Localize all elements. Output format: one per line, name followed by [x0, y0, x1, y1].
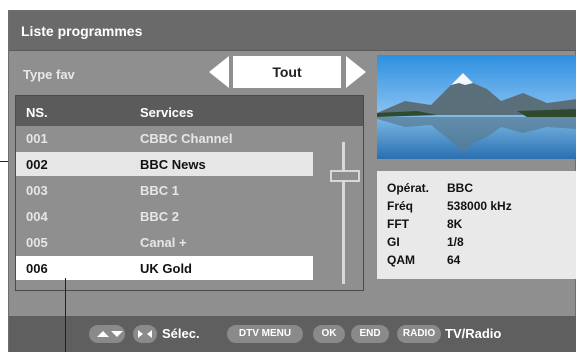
program-row[interactable]: 003 BBC 1 [16, 178, 313, 202]
frequency-label: Fréq [387, 199, 414, 213]
list-scrollbar-thumb[interactable] [330, 170, 360, 182]
program-row[interactable]: 004 BBC 2 [16, 204, 313, 228]
dtv-menu-button[interactable]: DTV MENU [227, 325, 303, 343]
updown-arrows-icon[interactable] [89, 325, 125, 343]
gi-value: 1/8 [447, 235, 464, 249]
operator-label: Opérat. [387, 181, 430, 195]
tv-radio-hint: TV/Radio [445, 326, 502, 341]
ns-header: NS. [26, 105, 48, 120]
operator-value: BBC [447, 181, 473, 195]
program-list: NS. Services 001 CBBC Channel 002 BBC Ne… [15, 95, 364, 291]
signal-info-panel: Opérat. BBC Fréq 538000 kHz FFT 8K GI 1/… [377, 171, 576, 279]
qam-label: QAM [387, 253, 415, 267]
program-service: BBC 2 [140, 209, 180, 224]
program-service: CBBC Channel [140, 131, 233, 146]
services-header: Services [140, 105, 194, 120]
program-list-header: NS. Services [16, 96, 363, 126]
leftright-arrows-icon[interactable] [133, 325, 157, 343]
program-number: 005 [26, 235, 48, 250]
radio-button[interactable]: RADIO [397, 325, 441, 343]
ok-button[interactable]: OK [313, 325, 345, 343]
program-row[interactable]: 005 Canal + [16, 230, 313, 254]
program-number: 006 [26, 261, 48, 276]
callout-line-left [0, 161, 8, 162]
program-list-screen: Liste programmes Type fav Tout NS. Servi… [8, 10, 576, 352]
channel-preview-image [377, 55, 576, 159]
fft-label: FFT [387, 217, 409, 231]
program-number: 001 [26, 131, 48, 146]
program-service: BBC 1 [140, 183, 180, 198]
fft-value: 8K [447, 217, 463, 231]
program-row[interactable]: 006 UK Gold [16, 256, 313, 280]
fav-right-arrow-icon[interactable] [346, 56, 366, 88]
frequency-value: 538000 kHz [447, 199, 512, 213]
remote-help-bar: Sélec. DTV MENU OK END RADIO TV/Radio [9, 316, 576, 352]
fav-left-arrow-icon[interactable] [209, 56, 229, 88]
fav-type-value[interactable]: Tout [233, 56, 341, 88]
list-scrollbar-track[interactable] [342, 142, 345, 284]
page-title: Liste programmes [21, 23, 143, 39]
program-number: 002 [26, 157, 48, 172]
program-service: BBC News [140, 157, 206, 172]
program-number: 003 [26, 183, 48, 198]
program-row[interactable]: 001 CBBC Channel [16, 126, 313, 150]
program-row[interactable]: 002 BBC News [16, 152, 313, 176]
callout-line-bottom [65, 278, 66, 352]
qam-value: 64 [447, 253, 461, 267]
select-hint: Sélec. [162, 326, 200, 341]
fav-type-label: Type fav [23, 67, 75, 82]
program-service: Canal + [140, 235, 187, 250]
gi-label: GI [387, 235, 400, 249]
end-button[interactable]: END [351, 325, 389, 343]
title-bar: Liste programmes [9, 11, 576, 51]
program-service: UK Gold [140, 261, 192, 276]
tv-menu-frame: Liste programmes Type fav Tout NS. Servi… [0, 0, 576, 352]
program-number: 004 [26, 209, 48, 224]
